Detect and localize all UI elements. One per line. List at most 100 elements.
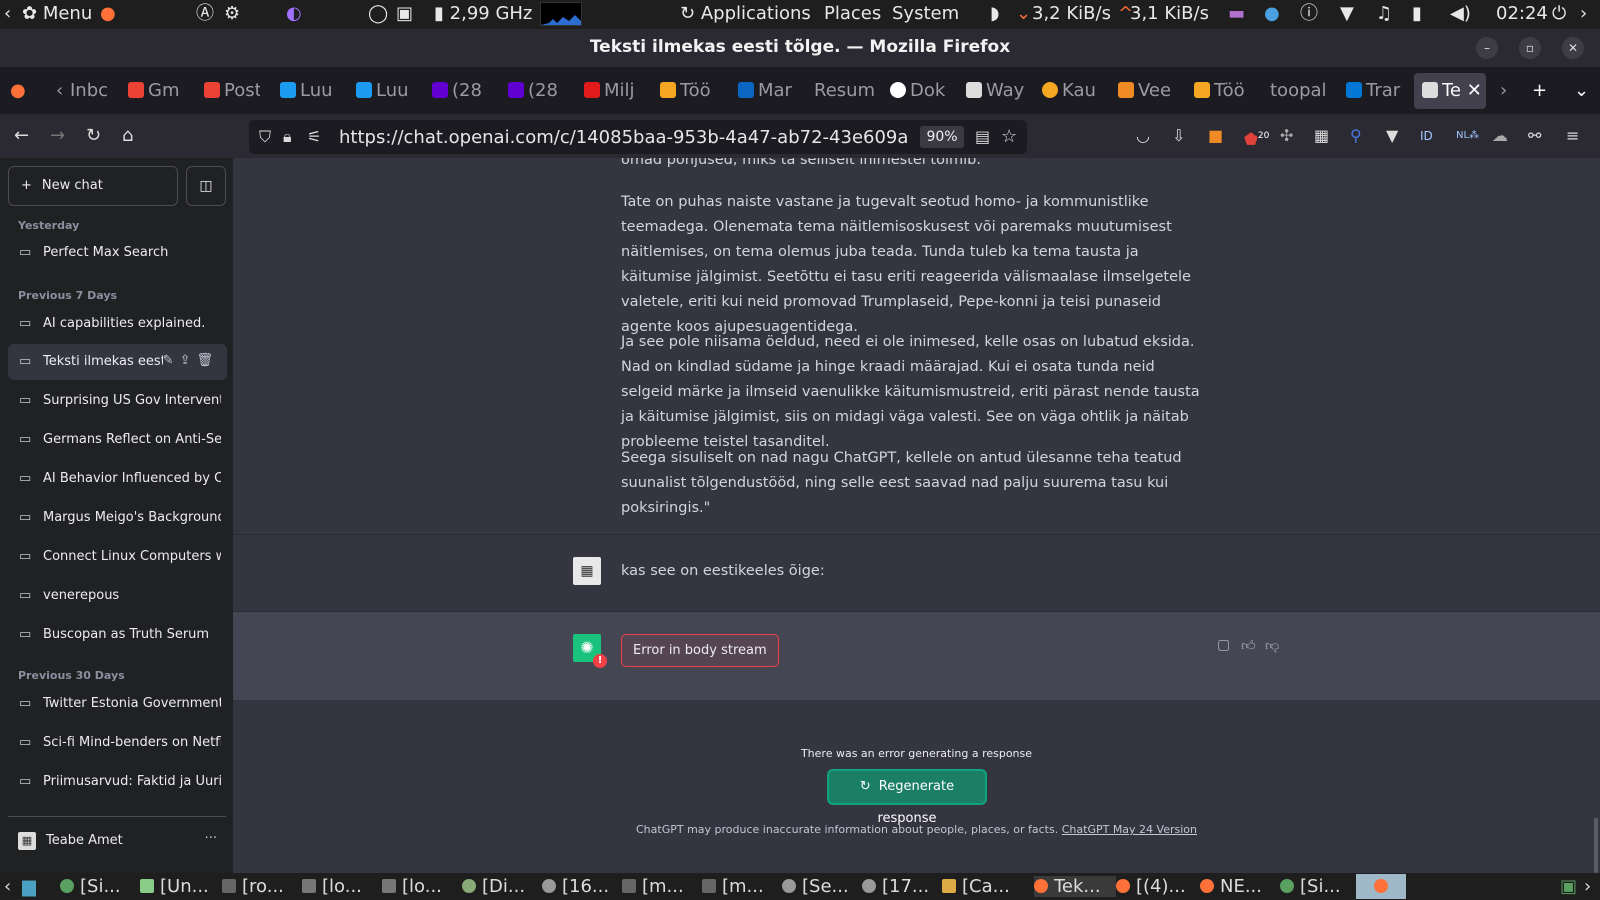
link-icon[interactable]: ⚲ [1350, 123, 1362, 149]
scrollbar-thumb[interactable] [1594, 818, 1598, 873]
tab-toopal[interactable]: toopal [1270, 73, 1332, 109]
clock[interactable]: 02:24 [1496, 3, 1548, 25]
tab-mail-2[interactable]: (28 [508, 73, 564, 109]
tab-mail-1[interactable]: (28 [432, 73, 488, 109]
tab-dok[interactable]: Dok [890, 73, 948, 109]
chat-item[interactable]: ▭ Connect Linux Computers with [8, 539, 227, 575]
minimize-button[interactable]: – [1476, 37, 1498, 59]
firefox-view-icon[interactable]: ● [10, 73, 26, 109]
taskbar-item[interactable]: [Ca... [942, 876, 1022, 897]
taskbar-left-arrow-icon[interactable]: ‹ [4, 876, 11, 897]
volume-icon[interactable]: ◀) [1450, 3, 1471, 25]
taskbar-item[interactable]: [lo... [302, 876, 382, 897]
taskbar-item[interactable]: [Di... [462, 876, 542, 897]
notification-bell-icon[interactable]: ♫ [1376, 3, 1392, 25]
tab-milj[interactable]: Milj [584, 73, 640, 109]
system-menu[interactable]: System [892, 3, 959, 25]
tabs-scroll-right-icon[interactable]: › [1500, 73, 1507, 109]
taskbar-item[interactable]: [m... [622, 876, 702, 897]
more-dots-icon[interactable]: ··· [205, 831, 217, 846]
tab-post[interactable]: Post [204, 73, 260, 109]
tray-globe-icon[interactable]: ● [1264, 3, 1280, 25]
places-menu[interactable]: Places [824, 3, 881, 25]
opera-icon[interactable]: ◯ [368, 3, 388, 25]
chat-item[interactable]: ▭ Germans Reflect on Anti-Semitism [8, 422, 227, 458]
tab-twitter-1[interactable]: Luu [280, 73, 336, 109]
tab-gmail[interactable]: Gm [128, 73, 186, 109]
applications-menu[interactable]: ↻ Applications [680, 3, 811, 25]
gear-icon[interactable]: ⚙ [224, 3, 240, 25]
close-window-button[interactable]: ✕ [1562, 37, 1584, 59]
permissions-icon[interactable]: ⚟ [307, 124, 321, 150]
close-tab-icon[interactable]: ✕ [1467, 80, 1482, 101]
power-icon[interactable]: ⏻ [1552, 3, 1566, 25]
reload-icon[interactable]: ↻ [86, 123, 101, 149]
chat-item[interactable]: ▭ AI capabilities explained. [8, 306, 227, 342]
chat-item[interactable]: ▭ Buscopan as Truth Serum [8, 617, 227, 653]
chat-item[interactable]: ▭ Surprising US Gov Intervention [8, 383, 227, 419]
shield-icon[interactable]: ⛉ [259, 124, 271, 150]
maximize-button[interactable]: ▫ [1519, 37, 1541, 59]
new-tab-icon[interactable]: + [1532, 73, 1547, 109]
chat-item-selected[interactable]: ▭ Teksti ilmekas eesti tõlge.✎⇪🗑︎ [8, 344, 227, 380]
forward-icon[interactable]: → [50, 123, 65, 149]
taskbar-item[interactable]: [Un... [140, 876, 230, 897]
battery-icon[interactable]: ▮ [1412, 3, 1422, 25]
url-text[interactable]: https://chat.openai.com/c/14085baa-953b-… [339, 127, 909, 148]
tray-app-icon[interactable]: ▬ [1228, 3, 1245, 25]
panel-left-arrow-icon[interactable]: ‹ [4, 3, 11, 25]
tab-inbox[interactable]: Inbc [70, 73, 114, 109]
taskbar-item[interactable]: [16... [542, 876, 622, 897]
translate-page-icon[interactable]: ▤ [975, 124, 990, 150]
taskbar-item[interactable]: [ro... [222, 876, 302, 897]
calendar-icon[interactable]: ▦ [1314, 123, 1329, 149]
edit-pencil-icon[interactable]: ✎ [163, 353, 180, 368]
app-a-icon[interactable]: Ⓐ [196, 3, 214, 25]
firefox-launcher-icon[interactable]: ● [100, 3, 116, 25]
chat-item[interactable]: ▭ Margus Meigo's Background [8, 500, 227, 536]
pocket-icon[interactable]: ◡ [1136, 123, 1150, 149]
tab-kau[interactable]: Kau [1042, 73, 1100, 109]
terminal-icon[interactable]: ▣ [396, 3, 413, 25]
taskbar-item[interactable]: [(4)... [1116, 876, 1206, 897]
thumbs-up-icon[interactable]: 👍︎ [1241, 637, 1256, 654]
taskbar-item[interactable]: [Se... [782, 876, 862, 897]
extension-puzzle-icon[interactable]: ✣ [1280, 123, 1293, 149]
taskbar-item[interactable]: [17... [862, 876, 942, 897]
show-desktop-icon[interactable]: ▆ [22, 876, 36, 897]
tab-too-2[interactable]: Töö [1194, 73, 1252, 109]
taskbar-item[interactable]: NE... [1200, 876, 1280, 897]
copy-icon[interactable]: ▢ [1217, 637, 1230, 653]
hide-sidebar-button[interactable]: ◫ [186, 166, 226, 206]
downloads-icon[interactable]: ⇩ [1172, 123, 1185, 149]
user-menu-button[interactable]: ▦ Teabe Amet ··· [8, 821, 227, 861]
menu-button[interactable]: ✿ Menu [22, 3, 92, 25]
tab-wayback[interactable]: Way [966, 73, 1024, 109]
wifi-icon[interactable]: ▼ [1340, 3, 1354, 25]
cloud-icon[interactable]: ☁ [1492, 123, 1508, 149]
chat-item[interactable]: ▭ venerepous [8, 578, 227, 614]
taskbar-item[interactable]: [lo... [382, 876, 462, 897]
tabs-scroll-left-icon[interactable]: ‹ [56, 73, 63, 109]
tab-translate[interactable]: Trar [1346, 73, 1402, 109]
home-icon[interactable]: ⌂ [122, 123, 133, 149]
id-icon[interactable]: ID [1420, 123, 1433, 149]
trash-icon[interactable]: ▣ [1560, 876, 1577, 897]
taskbar-item[interactable]: [m... [702, 876, 782, 897]
lock-icon[interactable]: 🔒︎ [283, 124, 292, 150]
regenerate-response-button[interactable]: ↻ Regenerate response [827, 769, 987, 826]
tray-info-icon[interactable]: ⓘ [1300, 3, 1318, 25]
taskbar-item-active[interactable]: Tek... [1034, 876, 1116, 897]
back-icon[interactable]: ← [14, 123, 29, 149]
chat-item[interactable]: ▭ AI Behavior Influenced by Chat [8, 461, 227, 497]
share-icon[interactable]: ⇪ [180, 353, 197, 368]
taskbar-item[interactable]: [Si... [1280, 876, 1360, 897]
tab-chatgpt-active[interactable]: Te ✕ [1414, 73, 1486, 109]
chat-item[interactable]: ▭ Priimusarvud: Faktid ja Uurimus [8, 764, 227, 800]
tab-linkedin[interactable]: Mar [738, 73, 794, 109]
thumbs-down-icon[interactable]: 👎︎ [1265, 637, 1279, 654]
version-link[interactable]: ChatGPT May 24 Version [1062, 823, 1197, 836]
zoom-level[interactable]: 90% [920, 126, 964, 148]
taskbar-right-arrow-icon[interactable]: › [1584, 876, 1591, 897]
tab-resume[interactable]: Resum [814, 73, 876, 109]
